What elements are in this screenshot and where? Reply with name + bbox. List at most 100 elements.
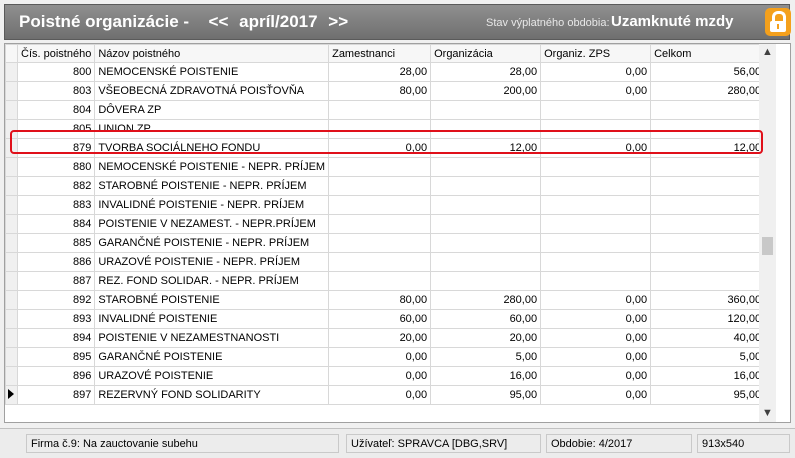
- employees-cell[interactable]: [328, 195, 432, 215]
- employees-cell[interactable]: 80,00: [328, 290, 432, 310]
- name-cell[interactable]: STAROBNÉ POISTENIE - NEPR. PRÍJEM: [94, 176, 330, 196]
- code-cell[interactable]: 880: [16, 157, 96, 177]
- table-row[interactable]: 883 INVALIDNÉ POISTENIE - NEPR. PRÍJEM: [5, 195, 766, 215]
- table-row[interactable]: 896 URAZOVÉ POISTENIE 0,00 16,00 0,00 16,00: [5, 366, 766, 386]
- table-row[interactable]: 894 POISTENIE V NEZAMESTNANOSTI 20,00 20,00…: [5, 328, 766, 348]
- employees-cell[interactable]: [328, 252, 432, 272]
- employees-cell[interactable]: [328, 233, 432, 253]
- code-cell[interactable]: 885: [16, 233, 96, 253]
- total-cell[interactable]: 280,00: [650, 81, 766, 101]
- organization-zps-cell[interactable]: 0,00: [540, 309, 652, 329]
- table-row[interactable]: 884 POISTENIE V NEZAMEST. - NEPR.PRÍJEM: [5, 214, 766, 234]
- organization-cell[interactable]: [430, 157, 542, 177]
- organization-cell[interactable]: [430, 214, 542, 234]
- organization-zps-cell[interactable]: [540, 214, 652, 234]
- total-cell[interactable]: [650, 252, 766, 272]
- code-cell[interactable]: 897: [16, 385, 96, 405]
- code-cell[interactable]: 887: [16, 271, 96, 291]
- total-cell[interactable]: 5,00: [650, 347, 766, 367]
- table-row[interactable]: 880 NEMOCENSKÉ POISTENIE - NEPR. PRÍJEM: [5, 157, 766, 177]
- organization-cell[interactable]: [430, 252, 542, 272]
- name-cell[interactable]: REZ. FOND SOLIDAR. - NEPR. PRÍJEM: [94, 271, 330, 291]
- organization-zps-cell[interactable]: [540, 157, 652, 177]
- organization-zps-cell[interactable]: [540, 100, 652, 120]
- previous-period-button[interactable]: <<: [209, 12, 229, 31]
- employees-cell[interactable]: [328, 100, 432, 120]
- organization-cell[interactable]: 60,00: [430, 309, 542, 329]
- name-cell[interactable]: DÔVERA ZP: [94, 100, 330, 120]
- lock-icon[interactable]: [765, 8, 791, 36]
- code-cell[interactable]: 893: [16, 309, 96, 329]
- code-cell[interactable]: 895: [16, 347, 96, 367]
- code-cell[interactable]: 883: [16, 195, 96, 215]
- organization-cell[interactable]: 200,00: [430, 81, 542, 101]
- employees-cell[interactable]: 20,00: [328, 328, 432, 348]
- organization-cell[interactable]: 28,00: [430, 62, 542, 82]
- total-cell[interactable]: 16,00: [650, 366, 766, 386]
- employees-cell[interactable]: 60,00: [328, 309, 432, 329]
- table-row[interactable]: 804 DÔVERA ZP: [5, 100, 766, 120]
- row-indicator[interactable]: [5, 195, 18, 215]
- table-row[interactable]: 882 STAROBNÉ POISTENIE - NEPR. PRÍJEM: [5, 176, 766, 196]
- row-indicator[interactable]: [5, 62, 18, 82]
- organization-zps-cell[interactable]: [540, 252, 652, 272]
- employees-cell[interactable]: 80,00: [328, 81, 432, 101]
- total-cell[interactable]: [650, 100, 766, 120]
- scroll-up-icon[interactable]: ▲: [759, 44, 776, 61]
- name-cell[interactable]: POISTENIE V NEZAMEST. - NEPR.PRÍJEM: [94, 214, 330, 234]
- organization-zps-cell[interactable]: 0,00: [540, 62, 652, 82]
- organization-zps-cell[interactable]: [540, 176, 652, 196]
- code-cell[interactable]: 886: [16, 252, 96, 272]
- scroll-down-icon[interactable]: ▼: [759, 405, 776, 422]
- employees-cell[interactable]: 0,00: [328, 347, 432, 367]
- row-indicator[interactable]: [5, 309, 18, 329]
- organization-cell[interactable]: 5,00: [430, 347, 542, 367]
- row-indicator[interactable]: [5, 100, 18, 120]
- column-header-code[interactable]: Čís. poistného: [16, 44, 96, 63]
- total-cell[interactable]: [650, 214, 766, 234]
- employees-cell[interactable]: [328, 271, 432, 291]
- row-indicator[interactable]: [5, 271, 18, 291]
- name-cell[interactable]: POISTENIE V NEZAMESTNANOSTI: [94, 328, 330, 348]
- code-cell[interactable]: 800: [16, 62, 96, 82]
- organization-cell[interactable]: [430, 100, 542, 120]
- insurance-grid[interactable]: Čís. poistného Názov poistného Zamestnan…: [4, 43, 791, 423]
- organization-cell[interactable]: 20,00: [430, 328, 542, 348]
- total-cell[interactable]: [650, 271, 766, 291]
- organization-zps-cell[interactable]: 0,00: [540, 290, 652, 310]
- employees-cell[interactable]: [328, 157, 432, 177]
- code-cell[interactable]: 882: [16, 176, 96, 196]
- column-header-name[interactable]: Názov poistného: [94, 44, 330, 63]
- total-cell[interactable]: 120,00: [650, 309, 766, 329]
- organization-cell[interactable]: 95,00: [430, 385, 542, 405]
- name-cell[interactable]: URAZOVÉ POISTENIE: [94, 366, 330, 386]
- row-indicator[interactable]: [5, 81, 18, 101]
- code-cell[interactable]: 804: [16, 100, 96, 120]
- code-cell[interactable]: 803: [16, 81, 96, 101]
- row-indicator[interactable]: [5, 214, 18, 234]
- next-period-button[interactable]: >>: [328, 12, 348, 31]
- row-indicator[interactable]: [5, 328, 18, 348]
- column-header-total[interactable]: Celkom: [650, 44, 766, 63]
- organization-zps-cell[interactable]: [540, 195, 652, 215]
- name-cell[interactable]: NEMOCENSKÉ POISTENIE - NEPR. PRÍJEM: [94, 157, 330, 177]
- scroll-thumb[interactable]: [762, 237, 773, 255]
- code-cell[interactable]: 884: [16, 214, 96, 234]
- code-cell[interactable]: 892: [16, 290, 96, 310]
- total-cell[interactable]: [650, 195, 766, 215]
- name-cell[interactable]: INVALIDNÉ POISTENIE: [94, 309, 330, 329]
- row-indicator[interactable]: [5, 176, 18, 196]
- table-row[interactable]: 886 URAZOVÉ POISTENIE - NEPR. PRÍJEM: [5, 252, 766, 272]
- table-row[interactable]: 892 STAROBNÉ POISTENIE 80,00 280,00 0,00 360,…: [5, 290, 766, 310]
- table-row[interactable]: 895 GARANČNÉ POISTENIE 0,00 5,00 0,00 5,00: [5, 347, 766, 367]
- row-indicator[interactable]: [5, 347, 18, 367]
- name-cell[interactable]: NEMOCENSKÉ POISTENIE: [94, 62, 330, 82]
- vertical-scrollbar[interactable]: ▲ ▼: [759, 44, 776, 422]
- total-cell[interactable]: 56,00: [650, 62, 766, 82]
- employees-cell[interactable]: [328, 214, 432, 234]
- organization-zps-cell[interactable]: 0,00: [540, 385, 652, 405]
- organization-zps-cell[interactable]: 0,00: [540, 366, 652, 386]
- total-cell[interactable]: [650, 233, 766, 253]
- organization-cell[interactable]: 280,00: [430, 290, 542, 310]
- name-cell[interactable]: GARANČNÉ POISTENIE - NEPR. PRÍJEM: [94, 233, 330, 253]
